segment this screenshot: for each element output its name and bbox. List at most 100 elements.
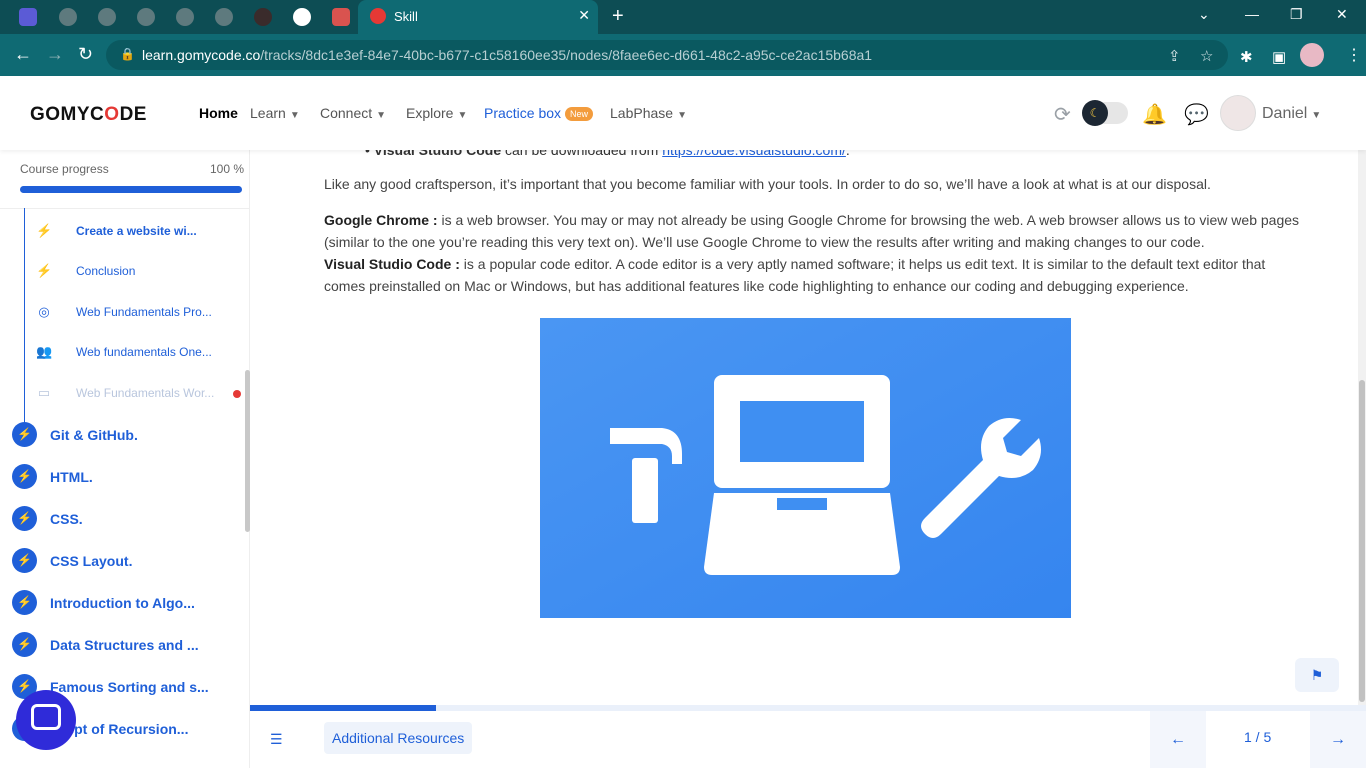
bolt-icon: ⚡ — [36, 263, 53, 278]
menu-icon[interactable]: ⋮ — [1346, 45, 1362, 65]
back-icon[interactable]: ← — [14, 44, 32, 65]
tab-title: Skill — [394, 9, 418, 24]
share-icon[interactable]: ⇪ — [1168, 47, 1181, 65]
outline-list-icon[interactable]: ☰ — [270, 731, 283, 748]
intro-paragraph: Like any good craftsperson, it’s importa… — [324, 176, 1211, 192]
chapter-item[interactable]: ⚡ CSS Layout. — [12, 548, 242, 574]
gomycode-logo[interactable]: GOMYCODE — [30, 104, 147, 126]
tab-search-icon[interactable]: ⌄ — [1198, 6, 1210, 23]
profile-avatar[interactable] — [1300, 43, 1324, 67]
close-tab-icon[interactable]: ✕ — [578, 7, 590, 24]
previous-page-button[interactable]: ← — [1150, 711, 1206, 768]
opera-icon — [370, 8, 386, 24]
google-icon[interactable] — [293, 8, 311, 26]
close-window-button[interactable]: ✕ — [1336, 6, 1348, 23]
nav-connect[interactable]: Connect ▼ — [320, 105, 386, 121]
tree-line — [24, 208, 25, 430]
vscode-download-bullet: • Visual Studio Code can be downloaded f… — [365, 150, 850, 158]
new-badge: New — [565, 107, 594, 121]
course-sidebar: Course progress 100 % ⚡ Create a website … — [0, 150, 250, 768]
active-tab[interactable]: Skill ✕ — [358, 0, 598, 34]
course-progress-label: Course progress — [20, 162, 109, 176]
report-flag-button[interactable]: ⚑ — [1295, 658, 1339, 692]
bookmark-star-icon[interactable]: ☆ — [1200, 47, 1213, 65]
url-text: learn.gomycode.co/tracks/8dc1e3ef-84e7-4… — [142, 47, 873, 63]
vscode-download-link[interactable]: https://code.visualstudio.com/ — [662, 150, 846, 158]
support-chat-button[interactable] — [16, 690, 76, 750]
lesson-item[interactable]: ⚡ Conclusion — [36, 262, 236, 282]
chevron-down-icon: ▼ — [457, 110, 468, 121]
tab-favicon[interactable] — [254, 8, 272, 26]
chapter-item[interactable]: ⚡ Git & GitHub. — [12, 422, 242, 448]
lesson-item[interactable]: ▭ Web Fundamentals Wor... — [36, 384, 241, 404]
tools-illustration-svg — [540, 318, 1071, 618]
lesson-item[interactable]: ⚡ Create a website wi... — [36, 222, 236, 242]
course-progress-fill — [20, 186, 242, 193]
tab-favicon[interactable] — [215, 8, 233, 26]
extensions-icon[interactable]: ✱ — [1240, 48, 1253, 66]
page-scrollbar[interactable] — [1359, 380, 1365, 702]
nav-home[interactable]: Home — [199, 105, 238, 121]
bolt-icon: ⚡ — [12, 464, 37, 489]
forward-icon[interactable]: → — [46, 44, 64, 65]
lesson-item[interactable]: ◎ Web Fundamentals Pro... — [36, 303, 236, 323]
user-avatar[interactable] — [1220, 95, 1256, 131]
lesson-content: • Visual Studio Code can be downloaded f… — [250, 150, 1358, 705]
arrow-right-icon: → — [1330, 731, 1346, 748]
address-bar[interactable]: 🔒 learn.gomycode.co/tracks/8dc1e3ef-84e7… — [106, 40, 1228, 70]
course-progress-bar — [20, 186, 242, 193]
side-panel-icon[interactable]: ▣ — [1272, 48, 1286, 66]
nav-practice-box[interactable]: Practice box New — [484, 105, 594, 121]
chat-icon[interactable]: 💬 — [1184, 102, 1209, 127]
user-menu[interactable]: Daniel ▼ — [1262, 105, 1321, 123]
unread-dot — [233, 390, 241, 398]
flag-icon: ⚑ — [1310, 667, 1324, 683]
arrow-left-icon: ← — [1170, 731, 1186, 748]
tab-favicon[interactable] — [98, 8, 116, 26]
nav-labphase[interactable]: LabPhase ▼ — [610, 105, 687, 121]
bolt-icon: ⚡ — [12, 506, 37, 531]
bell-icon[interactable]: 🔔 — [1142, 102, 1167, 127]
new-tab-button[interactable]: + — [612, 5, 624, 28]
lesson-item[interactable]: 👥 Web fundamentals One... — [36, 343, 236, 363]
tools-paragraph: Google Chrome : is a web browser. You ma… — [324, 212, 1300, 294]
target-icon: ◎ — [38, 304, 50, 319]
app-header: GOMYCODE Home Learn ▼ Connect ▼ Explore ▼ P… — [0, 76, 1366, 150]
divider — [0, 208, 250, 209]
chevron-down-icon: ▼ — [1311, 110, 1322, 121]
sync-icon[interactable]: ⟳ — [1054, 102, 1071, 127]
browser-toolbar: ← → ↻ 🔒 learn.gomycode.co/tracks/8dc1e3e… — [0, 34, 1366, 76]
lesson-footer: ☰ Additional Resources ← 1 / 5 → — [250, 711, 1366, 768]
chevron-down-icon: ▼ — [677, 110, 687, 121]
bolt-icon: ⚡ — [12, 632, 37, 657]
nav-explore[interactable]: Explore ▼ — [406, 105, 467, 121]
chapter-item[interactable]: ⚡ Data Structures and ... — [12, 632, 242, 658]
next-page-button[interactable]: → — [1310, 711, 1366, 768]
chapter-item[interactable]: ⚡ HTML. — [12, 464, 242, 490]
tab-favicon[interactable] — [19, 8, 37, 26]
tab-favicon[interactable] — [176, 8, 194, 26]
minimize-button[interactable]: — — [1245, 6, 1259, 22]
tab-favicon[interactable] — [332, 8, 350, 26]
chapter-item[interactable]: ⚡ CSS. — [12, 506, 242, 532]
chat-icon — [31, 704, 61, 730]
page-indicator: 1 / 5 — [1244, 729, 1272, 745]
laptop-icon — [704, 375, 900, 575]
restore-button[interactable]: ❐ — [1290, 6, 1303, 23]
browser-tab-bar: Skill ✕ + ⌄ — ❐ ✕ — [0, 0, 1366, 34]
tab-favicon[interactable] — [137, 8, 155, 26]
moon-icon: ☾ — [1082, 100, 1108, 126]
reload-icon[interactable]: ↻ — [78, 44, 93, 65]
tab-favicon[interactable] — [59, 8, 77, 26]
workshop-icon: ▭ — [37, 385, 51, 400]
dark-mode-toggle[interactable]: ☾ — [1082, 100, 1128, 126]
additional-resources-button[interactable]: Additional Resources — [324, 722, 473, 754]
tools-illustration — [540, 318, 1071, 618]
people-icon: 👥 — [36, 344, 53, 359]
chapter-item[interactable]: ⚡ Introduction to Algo... — [12, 590, 242, 616]
lock-icon: 🔒 — [120, 47, 135, 61]
bolt-icon: ⚡ — [12, 548, 37, 573]
bolt-icon: ⚡ — [36, 223, 53, 238]
nav-learn[interactable]: Learn ▼ — [250, 105, 300, 121]
bolt-icon: ⚡ — [12, 422, 37, 447]
